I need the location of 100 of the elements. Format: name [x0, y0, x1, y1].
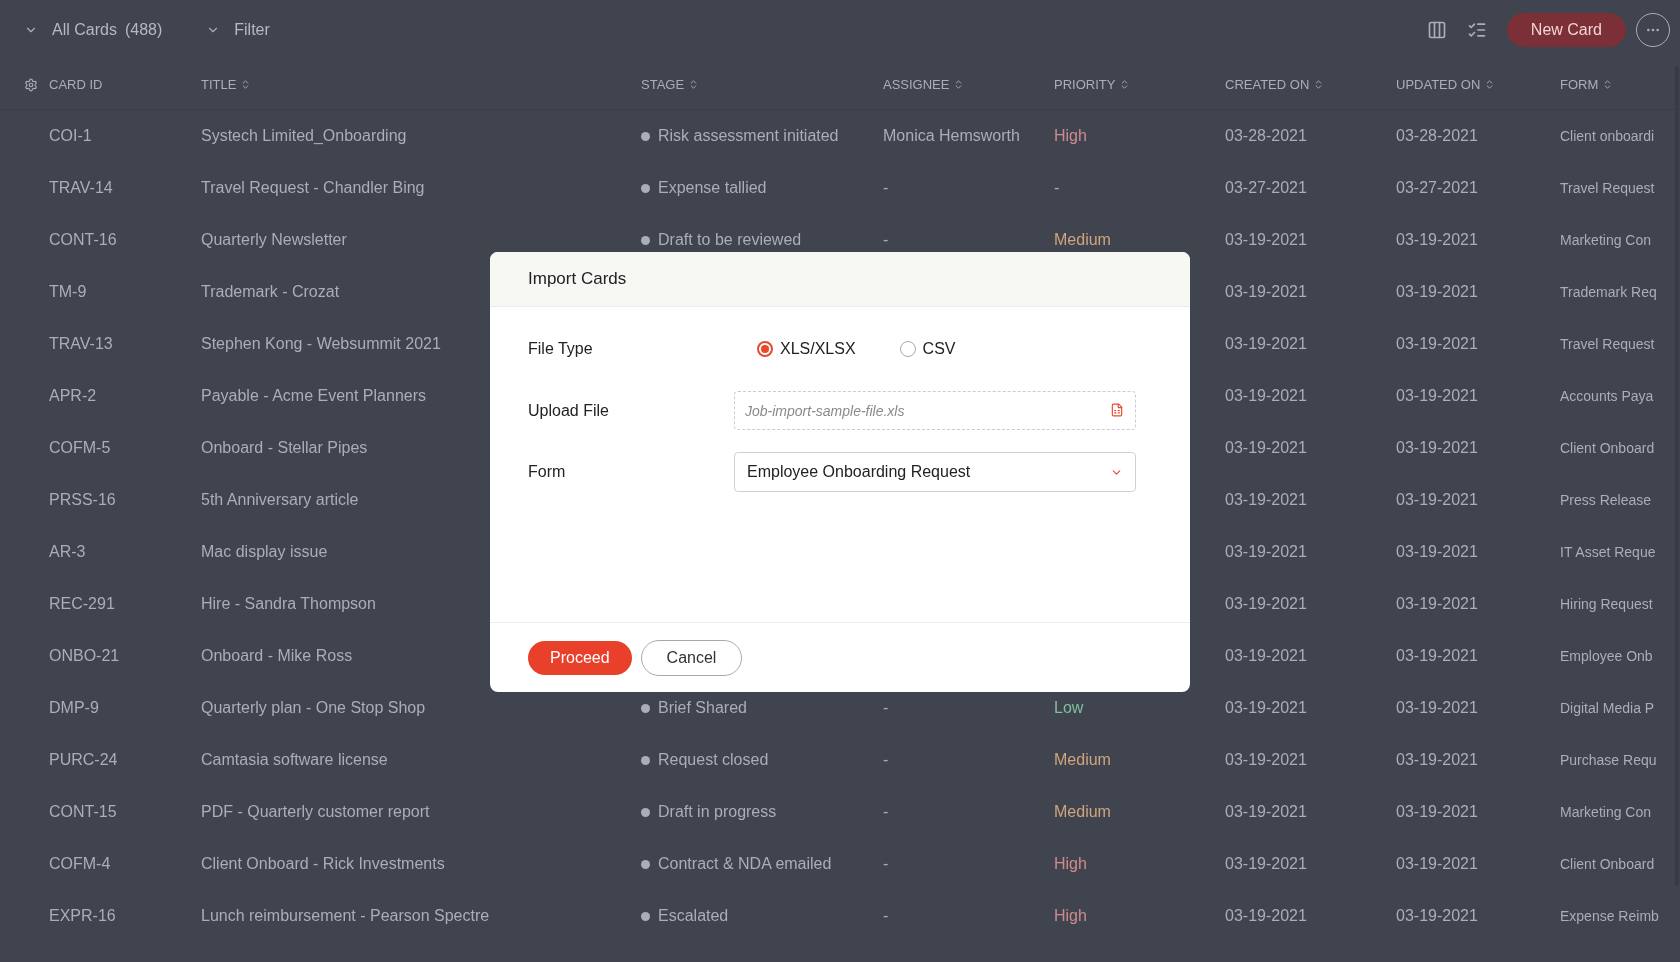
table-cell-text: PRSS-16	[49, 490, 116, 510]
table-cell-text: Press Release	[1560, 490, 1652, 510]
field-label: File Type	[528, 339, 594, 359]
table-cell-text: Trademark Req	[1560, 282, 1657, 302]
table-cell-text: Onboard - Mike Ross	[201, 646, 353, 666]
table-cell-text: Quarterly Newsletter	[201, 230, 347, 250]
table-cell-text: Hiring Request	[1560, 594, 1653, 614]
table-cell-text: 03-19-2021	[1396, 646, 1478, 666]
file-icon[interactable]	[1110, 403, 1124, 417]
table-cell-text: Draft to be reviewed	[658, 230, 802, 250]
table-cell-text: Digital Media P	[1560, 698, 1655, 718]
priority-label: Medium	[1054, 231, 1111, 248]
table-cell-text: COI-1	[49, 126, 92, 146]
table-cell: -	[883, 699, 889, 716]
table-cell-text: 03-19-2021	[1225, 802, 1307, 822]
table-cell-text: COFM-5	[49, 438, 111, 458]
table-cell-text: 03-19-2021	[1396, 386, 1478, 406]
column-header[interactable]: CREATED ON	[1225, 74, 1310, 95]
table-cell-text: TRAV-13	[49, 334, 113, 354]
radio-option[interactable]: XLS/XLSX	[757, 337, 856, 361]
table-cell-text: 03-19-2021	[1225, 854, 1307, 874]
table-cell-text: PDF - Quarterly customer report	[201, 802, 430, 822]
table-cell-text: PURC-24	[49, 750, 118, 770]
table-cell-text: Travel Request	[1560, 178, 1655, 198]
table-cell-text: 03-19-2021	[1225, 906, 1307, 926]
table-cell-text: Stephen Kong - Websummit 2021	[201, 334, 441, 354]
column-header[interactable]: FORM	[1560, 74, 1599, 95]
radio-icon[interactable]	[757, 341, 773, 357]
table-cell-text: Onboard - Stellar Pipes	[201, 438, 368, 458]
table-cell-text: 03-28-2021	[1225, 126, 1307, 146]
table-cell: -	[883, 803, 889, 820]
settings-icon[interactable]	[24, 77, 38, 92]
table-cell-text: 03-27-2021	[1225, 178, 1307, 198]
table-cell-text: Marketing Con	[1560, 230, 1652, 250]
table-cell-text: TRAV-14	[49, 178, 113, 198]
form-select[interactable]: Employee Onboarding Request	[734, 452, 1136, 492]
board-view-icon[interactable]	[1426, 20, 1447, 40]
table-cell: -	[883, 907, 889, 924]
table-cell-text: AR-3	[49, 542, 86, 562]
table-cell-text: 03-19-2021	[1396, 750, 1478, 770]
table-cell-text: 03-19-2021	[1396, 594, 1478, 614]
field-label: Form	[528, 462, 567, 482]
table-cell-text: Client onboardi	[1560, 126, 1655, 146]
table-cell-text: 03-19-2021	[1396, 438, 1478, 458]
table-cell-text: REC-291	[49, 594, 115, 614]
table-cell-text: Contract & NDA emailed	[658, 854, 832, 874]
table-cell-text: Client Onboard	[1560, 438, 1655, 458]
table-cell-text: Accounts Paya	[1560, 386, 1654, 406]
table-cell-text: 03-28-2021	[1396, 126, 1478, 146]
table-cell-text: 03-19-2021	[1225, 386, 1307, 406]
table-cell-text: 03-19-2021	[1225, 594, 1307, 614]
table-cell: -	[883, 855, 889, 872]
column-header[interactable]: CARD ID	[49, 74, 103, 95]
table-cell-text: 03-19-2021	[1225, 438, 1307, 458]
table-cell-text: Employee Onb	[1560, 646, 1653, 666]
table-cell-text: Purchase Requ	[1560, 750, 1657, 770]
table-cell-text: Travel Request - Chandler Bing	[201, 178, 425, 198]
table-cell-text: Hire - Sandra Thompson	[201, 594, 376, 614]
table-cell-text: CONT-16	[49, 230, 117, 250]
priority-label: Medium	[1054, 751, 1111, 768]
priority-label: -	[1054, 179, 1060, 196]
dialog-title: Import Cards	[528, 268, 627, 291]
table-cell-text: 03-19-2021	[1396, 490, 1478, 510]
column-header[interactable]: PRIORITY	[1054, 74, 1116, 95]
column-header[interactable]: STAGE	[641, 74, 685, 95]
priority-label: High	[1054, 907, 1087, 924]
field-label: Upload File	[528, 400, 610, 421]
filter-button[interactable]: Filter	[234, 18, 270, 42]
table-cell-text: 5th Anniversary article	[201, 490, 359, 510]
table-cell-text: COFM-4	[49, 854, 111, 874]
table-cell-text: Escalated	[658, 906, 729, 926]
table-cell-text: Trademark - Crozat	[201, 282, 340, 302]
list-view-icon[interactable]	[1466, 20, 1487, 40]
table-cell-text: 03-19-2021	[1396, 542, 1478, 562]
table-cell-text: 03-19-2021	[1225, 490, 1307, 510]
table-cell-text: 03-19-2021	[1396, 906, 1478, 926]
column-header[interactable]: ASSIGNEE	[883, 74, 950, 95]
table-cell-text: Travel Request	[1560, 334, 1655, 354]
column-header[interactable]: UPDATED ON	[1396, 74, 1481, 95]
table-cell-text: 03-19-2021	[1225, 750, 1307, 770]
column-header[interactable]: TITLE	[201, 74, 237, 95]
table-cell-text: Camtasia software license	[201, 750, 388, 770]
table-cell-text: 03-19-2021	[1225, 646, 1307, 666]
new-card-button[interactable]: New Card	[1506, 13, 1626, 47]
table-cell-text: Request closed	[658, 750, 769, 770]
table-cell-text: 03-19-2021	[1225, 698, 1307, 718]
priority-label: Low	[1054, 699, 1084, 716]
table-cell-text: Draft in progress	[658, 802, 777, 822]
view-selector[interactable]: All Cards	[52, 18, 117, 42]
upload-field[interactable]: Job-import-sample-file.xls	[734, 391, 1136, 430]
table-cell-text: Expense tallied	[658, 178, 767, 198]
table-cell: Monica Hemsworth	[883, 127, 1020, 144]
radio-option[interactable]: CSV	[899, 337, 956, 361]
table-cell-text: Payable - Acme Event Planners	[201, 386, 426, 406]
table-cell-text: 03-19-2021	[1396, 802, 1478, 822]
table-cell-text: 03-19-2021	[1225, 230, 1307, 250]
table-cell-text: EXPR-16	[49, 906, 116, 926]
proceed-button[interactable]: Proceed	[528, 640, 632, 675]
table-cell-text: 03-19-2021	[1396, 282, 1478, 302]
table-cell-text: CONT-15	[49, 802, 117, 822]
